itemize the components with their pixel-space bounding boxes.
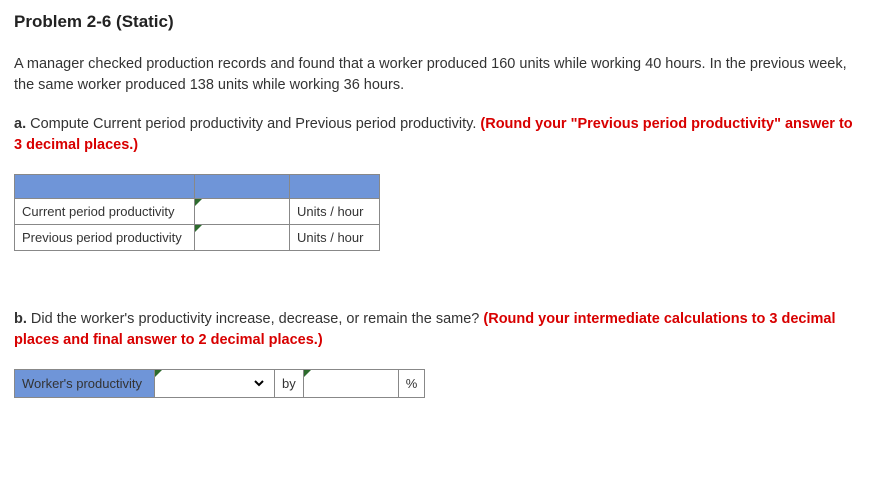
row-unit: Units / hour [290, 225, 380, 251]
percent-label: % [398, 370, 425, 398]
table-row: Worker's productivity by % [15, 370, 425, 398]
previous-productivity-input[interactable] [202, 228, 282, 247]
input-cell [195, 199, 290, 225]
part-b-prompt: b. Did the worker's productivity increas… [14, 309, 861, 351]
row-label: Previous period productivity [15, 225, 195, 251]
input-cell [303, 370, 398, 398]
table-header-row [15, 175, 380, 199]
part-a-prefix: a. [14, 116, 26, 132]
part-a-text: Compute Current period productivity and … [26, 116, 480, 132]
table-row: Previous period productivity Units / hou… [15, 225, 380, 251]
current-productivity-input[interactable] [202, 202, 282, 221]
problem-intro: A manager checked production records and… [14, 54, 861, 96]
by-label: by [275, 370, 304, 398]
worker-productivity-label: Worker's productivity [15, 370, 155, 398]
part-a-table: Current period productivity Units / hour… [14, 174, 380, 251]
part-b-table: Worker's productivity by % [14, 369, 425, 398]
dropdown-cell [155, 370, 275, 398]
part-a-prompt: a. Compute Current period productivity a… [14, 114, 861, 156]
problem-title: Problem 2-6 (Static) [14, 12, 861, 32]
table-row: Current period productivity Units / hour [15, 199, 380, 225]
part-b-prefix: b. [14, 311, 27, 327]
input-cell [195, 225, 290, 251]
productivity-change-input[interactable] [311, 373, 391, 394]
row-unit: Units / hour [290, 199, 380, 225]
part-b-text: Did the worker's productivity increase, … [27, 311, 484, 327]
productivity-direction-select[interactable] [162, 373, 267, 394]
row-label: Current period productivity [15, 199, 195, 225]
